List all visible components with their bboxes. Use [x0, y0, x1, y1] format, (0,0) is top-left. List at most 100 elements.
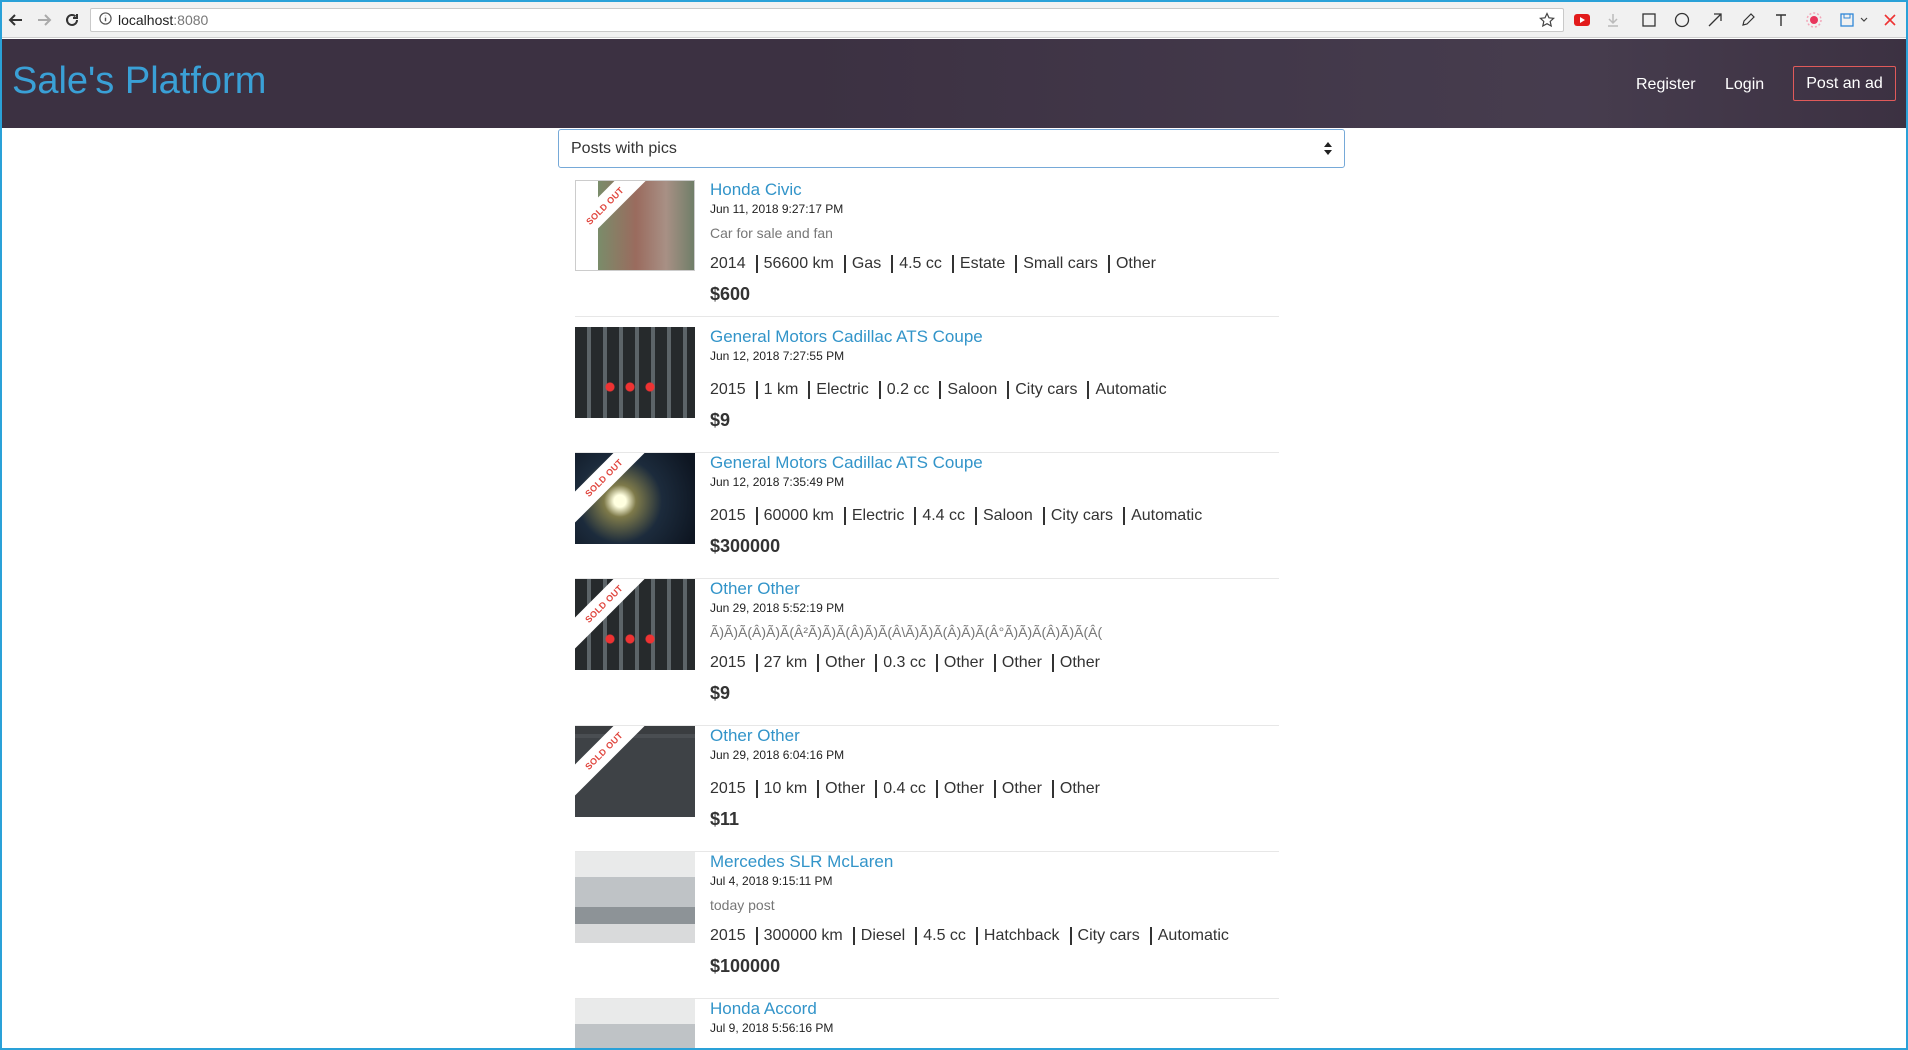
post-filter-value: Posts with pics: [571, 139, 677, 157]
post-ad-button[interactable]: Post an ad: [1793, 66, 1896, 101]
listing-thumbnail[interactable]: SOLD OUT: [575, 453, 695, 544]
post-filter-select[interactable]: Posts with pics: [558, 129, 1345, 168]
spec-value: 2014: [710, 255, 746, 272]
listing-date: Jun 29, 2018 6:04:16 PM: [710, 748, 845, 762]
spec-value: City cars: [1069, 927, 1140, 945]
listing-item[interactable]: SOLD OUT General Motors Cadillac ATS Coup…: [575, 453, 1279, 579]
listing-item[interactable]: SOLD OUT Other Other Jun 29, 2018 5:52:19 …: [575, 579, 1279, 726]
listing-specs: 2015 60000 km Electric 4.4 cc Saloon City car…: [710, 507, 1202, 525]
spec-value: 4.5 cc: [891, 255, 942, 273]
spec-value: 10 km: [755, 780, 807, 798]
spec-value: Saloon: [975, 507, 1033, 525]
listing-title-link[interactable]: Mercedes SLR McLaren: [710, 852, 893, 872]
listing-date: Jul 4, 2018 9:15:11 PM: [710, 874, 833, 888]
spec-value: 60000 km: [755, 507, 834, 525]
listing-date: Jun 12, 2018 7:27:55 PM: [710, 349, 845, 363]
listing-title-link[interactable]: Other Other: [710, 579, 800, 599]
spec-value: City cars: [1042, 507, 1113, 525]
listing-item[interactable]: SOLD OUT Other Other Jun 29, 2018 6:04:16 …: [575, 726, 1279, 852]
listing-title-link[interactable]: General Motors Cadillac ATS Coupe: [710, 327, 983, 347]
sold-out-ribbon: SOLD OUT: [576, 181, 652, 253]
reload-icon[interactable]: [62, 10, 82, 30]
listing-item[interactable]: SOLD OUT Honda Civic Jun 11, 2018 9:27:17 …: [575, 180, 1279, 317]
listing-thumbnail[interactable]: SOLD OUT: [575, 726, 695, 817]
listing-title-link[interactable]: Other Other: [710, 726, 800, 746]
spec-value: City cars: [1007, 381, 1077, 399]
browser-toolbar: localhost:8080: [2, 2, 1906, 38]
browser-window: localhost:8080 Sale's Platform Register…: [0, 0, 1908, 1050]
rectangle-tool-icon[interactable]: [1640, 11, 1658, 29]
pencil-tool-icon[interactable]: [1739, 11, 1757, 29]
spec-value: Estate: [951, 255, 1005, 273]
spec-value: 2015: [710, 927, 746, 944]
listing-price: $9: [710, 410, 731, 430]
listing-thumbnail[interactable]: [575, 327, 695, 418]
arrow-tool-icon[interactable]: [1706, 11, 1724, 29]
chevron-down-icon[interactable]: [1859, 11, 1869, 29]
site-navbar: Sale's Platform Register Login Post an a…: [2, 39, 1906, 128]
spec-value: Gas: [843, 255, 881, 273]
listing-specs: 2015 10 km Other 0.4 cc Other Other Other: [710, 780, 1100, 798]
listing-price: $100000: [710, 956, 781, 976]
listing-title-link[interactable]: Honda Accord: [710, 999, 817, 1019]
spec-value: Diesel: [852, 927, 905, 945]
login-link[interactable]: Login: [1725, 76, 1764, 94]
listing-title-link[interactable]: Honda Civic: [710, 180, 802, 200]
spec-value: Other: [993, 654, 1042, 672]
circle-tool-icon[interactable]: [1673, 11, 1691, 29]
youtube-extension-icon[interactable]: [1573, 11, 1591, 29]
listing-description: Ã)Ã)Ã(Â)Ã)Ã(Â²Ã)Ã)Ã(Â)Ã)Ã(Â\Ã)Ã)Ã(Â)Ã)Ã(…: [710, 624, 1103, 640]
text-tool-icon[interactable]: [1772, 11, 1790, 29]
spec-value: 300000 km: [755, 927, 843, 945]
spec-value: 0.4 cc: [875, 780, 926, 798]
listing-date: Jul 9, 2018 5:56:16 PM: [710, 1021, 834, 1035]
listing-item[interactable]: Mercedes SLR McLaren Jul 4, 2018 9:15:11 …: [575, 852, 1279, 999]
url-host: localhost: [118, 12, 174, 28]
listing-item[interactable]: General Motors Cadillac ATS Coupe Jun 12,…: [575, 327, 1279, 453]
spec-value: Other: [1051, 780, 1100, 798]
listing-specs: 2015 1 km Electric 0.2 cc Saloon City cars Aut…: [710, 381, 1167, 399]
spec-value: Other: [1107, 255, 1156, 273]
back-icon[interactable]: [6, 10, 26, 30]
spec-value: 0.2 cc: [878, 381, 929, 399]
listing-thumbnail[interactable]: SOLD OUT: [575, 180, 695, 271]
spec-value: Other: [993, 780, 1042, 798]
download-extension-icon[interactable]: [1605, 11, 1621, 29]
bookmark-star-icon[interactable]: [1539, 12, 1555, 31]
brand-logo[interactable]: Sale's Platform: [12, 60, 266, 103]
listing-thumbnail[interactable]: [575, 852, 695, 943]
spec-value: Electric: [808, 381, 869, 399]
spec-value: 2015: [710, 654, 746, 671]
spec-value: 2015: [710, 780, 746, 797]
spec-value: Saloon: [939, 381, 997, 399]
register-link[interactable]: Register: [1636, 76, 1696, 94]
listing-specs: 2014 56600 km Gas 4.5 cc Estate Small cars Oth…: [710, 255, 1156, 273]
color-picker-icon[interactable]: [1805, 11, 1823, 29]
listing-description: Car for sale and fan: [710, 225, 833, 241]
spec-value: Hatchback: [975, 927, 1060, 945]
info-icon[interactable]: [99, 12, 112, 28]
spec-value: 2015: [710, 381, 746, 398]
save-icon[interactable]: [1838, 11, 1856, 29]
sold-out-ribbon: SOLD OUT: [575, 453, 651, 525]
listing-description: today post: [710, 897, 775, 913]
listing-date: Jun 11, 2018 9:27:17 PM: [710, 202, 844, 216]
listing-item[interactable]: Honda Accord Jul 9, 2018 5:56:16 PM: [575, 999, 1279, 1048]
spec-value: Other: [935, 654, 984, 672]
listing-date: Jun 29, 2018 5:52:19 PM: [710, 601, 845, 615]
listing-thumbnail[interactable]: [575, 999, 695, 1048]
spec-value: Small cars: [1015, 255, 1098, 273]
spec-value: Automatic: [1087, 381, 1167, 399]
spec-value: Automatic: [1149, 927, 1229, 945]
spec-value: 1 km: [755, 381, 798, 399]
spec-value: Automatic: [1123, 507, 1202, 525]
listing-title-link[interactable]: General Motors Cadillac ATS Coupe: [710, 453, 983, 473]
listing-thumbnail[interactable]: SOLD OUT: [575, 579, 695, 670]
spec-value: Electric: [843, 507, 904, 525]
close-icon[interactable]: [1882, 11, 1898, 29]
listing-specs: 2015 300000 km Diesel 4.5 cc Hatchback City c…: [710, 927, 1229, 945]
url-port: :8080: [173, 12, 209, 28]
address-bar[interactable]: localhost:8080: [90, 8, 1564, 32]
forward-icon[interactable]: [34, 10, 54, 30]
listing-price: $11: [710, 809, 740, 829]
